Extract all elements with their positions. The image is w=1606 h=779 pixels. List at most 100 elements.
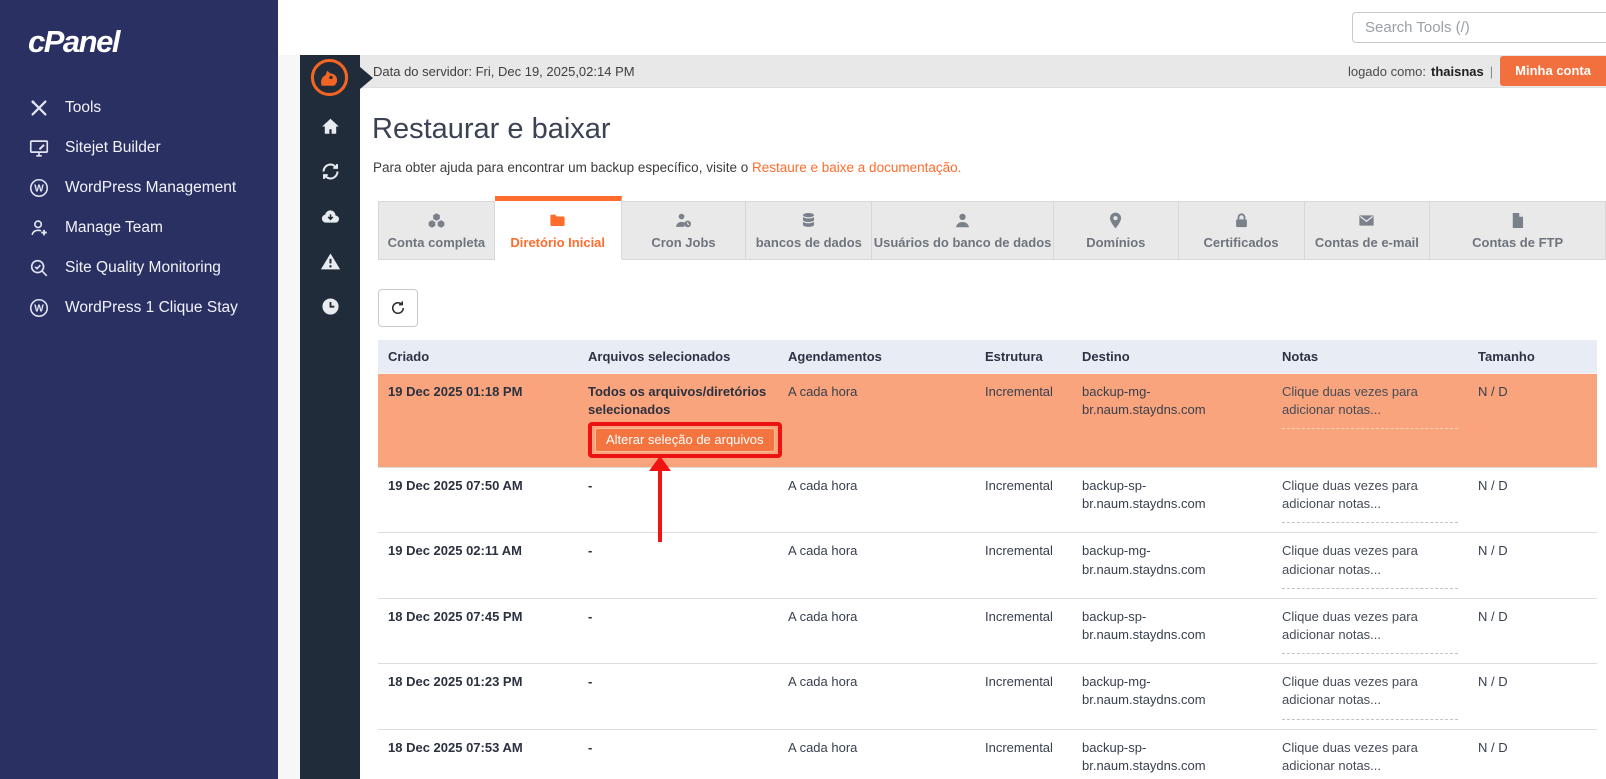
tab-usu-rios-do-banco-de-dados[interactable]: Usuários do banco de dados	[872, 201, 1054, 260]
tab-label: Conta completa	[387, 235, 486, 250]
page-title: Restaurar e baixar	[372, 113, 611, 145]
tab-bancos-de-dados[interactable]: bancos de dados	[746, 201, 873, 260]
tab-contas-de-ftp[interactable]: Contas de FTP	[1430, 201, 1606, 260]
table-row[interactable]: 18 Dec 2025 01:23 PM - A cada hora Incremen…	[378, 663, 1597, 730]
sidebar-item-label: Manage Team	[65, 219, 163, 236]
files-selected-label: Todos os arquivos/diretórios selecionado…	[588, 384, 767, 417]
destination-cell: backup-mg-br.naum.staydns.com	[1072, 533, 1272, 598]
sidebar-item-wordpress-management[interactable]: W WordPress Management	[0, 168, 278, 208]
schedule-cell: A cada hora	[788, 384, 858, 399]
size-cell: N / D	[1478, 608, 1508, 624]
lock-icon	[1232, 211, 1251, 230]
table-row[interactable]: 18 Dec 2025 07:45 PM - A cada hora Incremen…	[378, 598, 1597, 664]
notes-cell: Clique duas vezes para adicionar notas..…	[1272, 598, 1468, 663]
column-header-notas: Notas	[1272, 340, 1468, 374]
size-cell: N / D	[1478, 384, 1508, 399]
files-selected-label: -	[588, 674, 593, 690]
table-row[interactable]: 19 Dec 2025 02:11 AM - A cada hora Incremen…	[378, 532, 1597, 599]
database-icon	[799, 211, 818, 230]
backups-table: Criado Arquivos selecionados Agendamentos E…	[378, 340, 1597, 779]
tab-conta-completa[interactable]: Conta completa	[378, 201, 495, 260]
map-pin-icon	[1106, 211, 1125, 230]
schedule-cell: A cada hora	[788, 543, 858, 559]
notes-editable[interactable]: Clique duas vezes para adicionar notas..…	[1282, 477, 1458, 524]
separator: |	[1489, 63, 1494, 79]
notes-editable[interactable]: Clique duas vezes para adicionar notas..…	[1282, 608, 1458, 655]
tab-cron-jobs[interactable]: Cron Jobs	[621, 201, 747, 260]
cloud-download-icon[interactable]	[320, 206, 341, 227]
size-cell: N / D	[1478, 478, 1508, 494]
cpanel-logo[interactable]: cPanel	[28, 24, 278, 60]
refresh-button[interactable]	[378, 289, 418, 327]
sync-icon[interactable]	[320, 161, 341, 182]
sidebar-item-label: WordPress Management	[65, 179, 237, 196]
documentation-link[interactable]: Restaure e baixe a documentação.	[752, 160, 961, 175]
backup-type-tabs: Conta completa Diretório Inicial Cron Jobs…	[378, 196, 1606, 260]
notes-editable[interactable]: Clique duas vezes para adicionar notas..…	[1282, 739, 1458, 779]
screen: cPanel Tools Sitejet Builder W WordPress Ma…	[0, 0, 1606, 779]
schedule-cell: A cada hora	[788, 478, 858, 494]
files-cell: -	[578, 664, 778, 729]
files-selected-label: -	[588, 608, 593, 624]
structure-cell: Incremental	[985, 478, 1053, 494]
sidebar-item-site-quality-monitoring[interactable]: Site Quality Monitoring	[0, 248, 278, 288]
change-file-selection-button[interactable]: Alterar seleção de arquivos	[595, 428, 775, 453]
tab-diret-rio-inicial[interactable]: Diretório Inicial	[494, 196, 622, 260]
destination-text: backup-mg-br.naum.staydns.com	[1082, 674, 1206, 708]
manage-team-icon	[28, 217, 50, 239]
sidebar-item-manage-team[interactable]: Manage Team	[0, 208, 278, 248]
files-cell: Todos os arquivos/diretórios selecionado…	[578, 374, 782, 543]
created-cell: 18 Dec 2025 07:53 AM	[388, 739, 523, 755]
main-content: Restaurar e baixar Para obter ajuda para…	[360, 88, 1606, 779]
tools-icon	[28, 97, 50, 119]
structure-cell: Incremental	[985, 739, 1053, 755]
destination-cell: backup-sp-br.naum.staydns.com	[1072, 729, 1272, 779]
notes-editable[interactable]: Clique duas vezes para adicionar notas..…	[1282, 673, 1458, 720]
sidebar-item-tools[interactable]: Tools	[0, 88, 278, 128]
destination-text: backup-sp-br.naum.staydns.com	[1082, 478, 1206, 512]
column-header-tamanho: Tamanho	[1468, 340, 1597, 374]
tab-certificados[interactable]: Certificados	[1178, 201, 1305, 260]
tab-label: Diretório Inicial	[510, 234, 606, 250]
structure-cell: Incremental	[985, 608, 1053, 624]
warning-icon[interactable]	[320, 251, 341, 272]
annotation-highlight-box: Alterar seleção de arquivos	[588, 422, 782, 543]
sidebar-item-wordpress-1-clique-stay[interactable]: W WordPress 1 Clique Stay	[0, 288, 278, 328]
files-selected-label: -	[588, 739, 593, 755]
files-cell: -	[578, 729, 778, 779]
files-selected-label: -	[588, 478, 593, 494]
notes-cell: Clique duas vezes para adicionar notas..…	[1272, 374, 1468, 468]
table-row[interactable]: 18 Dec 2025 07:53 AM - A cada hora Incremen…	[378, 729, 1597, 779]
sidebar-item-label: WordPress 1 Clique Stay	[65, 299, 238, 316]
tab-label: Contas de FTP	[1472, 235, 1564, 250]
jetbackup-nav	[300, 116, 360, 317]
username: thaisnas	[1431, 63, 1484, 79]
wordpress-icon: W	[28, 177, 50, 199]
site-quality-icon	[28, 257, 50, 279]
table-body: 19 Dec 2025 01:18 PM Todos os arquivos/di…	[378, 373, 1597, 779]
sitejet-icon	[28, 137, 50, 159]
files-selected-label: -	[588, 543, 593, 559]
notes-editable[interactable]: Clique duas vezes para adicionar notas..…	[1282, 383, 1458, 430]
structure-cell: Incremental	[985, 674, 1053, 690]
search-input[interactable]	[1352, 12, 1606, 43]
jetbackup-logo[interactable]	[310, 58, 349, 97]
tab-dom-nios[interactable]: Domínios	[1053, 201, 1179, 260]
destination-text: backup-sp-br.naum.staydns.com	[1082, 739, 1206, 773]
destination-cell: backup-sp-br.naum.staydns.com	[1072, 468, 1272, 533]
tab-contas-de-e-mail[interactable]: Contas de e-mail	[1304, 201, 1431, 260]
notes-cell: Clique duas vezes para adicionar notas..…	[1272, 468, 1468, 533]
home-icon[interactable]	[320, 116, 341, 137]
sidebar-item-sitejet-builder[interactable]: Sitejet Builder	[0, 128, 278, 168]
notes-editable[interactable]: Clique duas vezes para adicionar notas..…	[1282, 542, 1458, 589]
table-row[interactable]: 19 Dec 2025 01:18 PM Todos os arquivos/di…	[378, 373, 1597, 543]
size-cell: N / D	[1478, 674, 1508, 690]
column-header-estrutura: Estrutura	[975, 340, 1072, 374]
user-icon	[953, 211, 972, 230]
wordpress-icon: W	[28, 297, 50, 319]
help-text: Para obter ajuda para encontrar um backu…	[373, 160, 1606, 175]
size-cell: N / D	[1478, 543, 1508, 559]
clock-icon[interactable]	[320, 296, 341, 317]
my-account-button[interactable]: Minha conta	[1500, 56, 1606, 86]
table-row[interactable]: 19 Dec 2025 07:50 AM - A cada hora Incremen…	[378, 467, 1597, 533]
